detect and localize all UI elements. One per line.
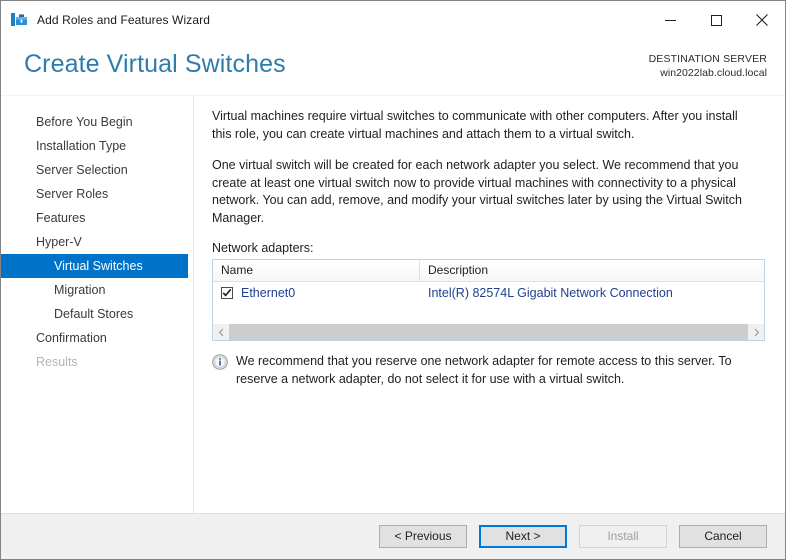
maximize-icon[interactable] bbox=[693, 1, 739, 39]
adapter-checkbox[interactable] bbox=[221, 287, 233, 299]
close-icon[interactable] bbox=[739, 1, 785, 39]
next-button[interactable]: Next > bbox=[479, 525, 567, 548]
adapter-name-cell: Ethernet0 bbox=[213, 286, 420, 300]
sidebar-item-hyper-v[interactable]: Hyper-V bbox=[1, 230, 188, 254]
sidebar-item-before-you-begin[interactable]: Before You Begin bbox=[1, 110, 188, 134]
destination-server-name: win2022lab.cloud.local bbox=[660, 67, 767, 79]
info-icon bbox=[212, 354, 228, 370]
scrollbar-track[interactable] bbox=[229, 324, 748, 340]
adapter-name: Ethernet0 bbox=[241, 286, 296, 300]
column-header-description[interactable]: Description bbox=[420, 260, 764, 281]
minimize-icon[interactable] bbox=[647, 1, 693, 39]
table-row[interactable]: Ethernet0 Intel(R) 82574L Gigabit Networ… bbox=[213, 282, 764, 304]
wizard-toolbox-icon bbox=[10, 11, 28, 29]
window-title: Add Roles and Features Wizard bbox=[37, 13, 210, 27]
wizard-footer: < Previous Next > Install Cancel bbox=[1, 513, 785, 559]
sidebar-item-results: Results bbox=[36, 355, 78, 369]
chevron-right-icon[interactable] bbox=[748, 324, 764, 340]
install-button: Install bbox=[579, 525, 667, 548]
page-title: Create Virtual Switches bbox=[24, 50, 286, 78]
sidebar-item-features[interactable]: Features bbox=[1, 206, 188, 230]
sidebar-item-confirmation[interactable]: Confirmation bbox=[1, 326, 188, 350]
title-bar: Add Roles and Features Wizard bbox=[1, 1, 785, 39]
sidebar-item-virtual-switches[interactable]: Virtual Switches bbox=[1, 254, 188, 278]
intro-paragraph-2: One virtual switch will be created for e… bbox=[212, 158, 742, 225]
destination-server-block: DESTINATION SERVER win2022lab.cloud.loca… bbox=[649, 52, 767, 80]
page-header: Create Virtual Switches DESTINATION SERV… bbox=[1, 39, 785, 96]
adapter-description: Intel(R) 82574L Gigabit Network Connecti… bbox=[428, 286, 673, 300]
table-header-row: Name Description bbox=[213, 260, 764, 282]
scrollbar-thumb[interactable] bbox=[229, 324, 748, 340]
destination-server-label: DESTINATION SERVER bbox=[648, 53, 767, 65]
wizard-window: Add Roles and Features Wizard Create Vir… bbox=[0, 0, 786, 560]
table-body: Ethernet0 Intel(R) 82574L Gigabit Networ… bbox=[213, 282, 764, 323]
horizontal-scrollbar[interactable] bbox=[213, 323, 764, 340]
sidebar-item-default-stores[interactable]: Default Stores bbox=[1, 302, 188, 326]
recommendation-note: We recommend that you reserve one networ… bbox=[212, 353, 765, 388]
network-adapters-table: Name Description Ethernet0 Intel(R) 8257… bbox=[212, 259, 765, 341]
sidebar-item-server-selection[interactable]: Server Selection bbox=[1, 158, 188, 182]
cancel-button[interactable]: Cancel bbox=[679, 525, 767, 548]
window-controls bbox=[647, 1, 785, 39]
chevron-left-icon[interactable] bbox=[213, 324, 229, 340]
previous-button[interactable]: < Previous bbox=[379, 525, 467, 548]
sidebar-item-server-roles[interactable]: Server Roles bbox=[1, 182, 188, 206]
intro-paragraph-1: Virtual machines require virtual switche… bbox=[212, 109, 738, 141]
recommendation-text: We recommend that you reserve one networ… bbox=[236, 354, 732, 386]
sidebar-item-installation-type[interactable]: Installation Type bbox=[1, 134, 188, 158]
network-adapters-label: Network adapters: bbox=[212, 241, 314, 255]
wizard-content: Virtual machines require virtual switche… bbox=[194, 96, 785, 513]
wizard-navigation: Before You Begin Installation Type Serve… bbox=[1, 96, 194, 513]
sidebar-item-migration[interactable]: Migration bbox=[1, 278, 188, 302]
wizard-body: Before You Begin Installation Type Serve… bbox=[1, 96, 785, 513]
column-header-name[interactable]: Name bbox=[213, 260, 420, 281]
